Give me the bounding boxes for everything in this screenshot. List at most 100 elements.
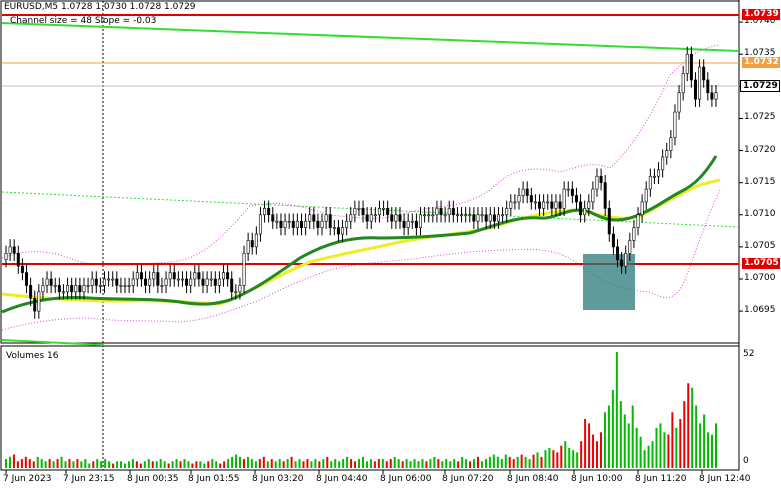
candle-body bbox=[168, 272, 172, 280]
volume-axis-min: 0 bbox=[743, 456, 749, 466]
candle-body bbox=[86, 285, 90, 287]
candle-body bbox=[460, 214, 464, 217]
candle-body bbox=[33, 297, 37, 312]
candle-body bbox=[648, 175, 652, 190]
time-axis-label: 7 Jun 2023 bbox=[3, 474, 52, 484]
volume-bar bbox=[286, 459, 289, 468]
candle-body bbox=[472, 214, 476, 222]
volume-bar bbox=[544, 450, 547, 468]
volume-bar bbox=[520, 454, 523, 468]
candle-body bbox=[616, 246, 620, 261]
volume-bar bbox=[159, 459, 162, 468]
volume-bar bbox=[20, 459, 23, 468]
volume-bar bbox=[623, 414, 626, 468]
volume-bar bbox=[40, 459, 43, 468]
volume-bar bbox=[266, 461, 269, 468]
volume-bar bbox=[576, 452, 579, 468]
time-axis-label: 8 Jun 03:20 bbox=[252, 474, 304, 484]
volume-bar bbox=[421, 459, 424, 468]
candle-body bbox=[185, 278, 189, 286]
volume-bar bbox=[56, 459, 59, 468]
volume-bar bbox=[231, 456, 234, 468]
candle-body bbox=[665, 150, 669, 158]
volume-bar bbox=[377, 459, 380, 468]
candle-body bbox=[570, 188, 574, 196]
candle-body bbox=[131, 278, 135, 286]
candle-body bbox=[361, 208, 365, 216]
volume-bar bbox=[647, 445, 650, 468]
candle-body bbox=[369, 214, 373, 222]
candle-body bbox=[550, 201, 554, 209]
volume-bar bbox=[671, 412, 674, 468]
candle-body bbox=[217, 278, 221, 286]
candle-body bbox=[263, 208, 267, 216]
candle-body bbox=[304, 220, 308, 228]
volume-bar bbox=[330, 461, 333, 468]
candle-body bbox=[156, 272, 160, 286]
candle-body bbox=[98, 285, 102, 287]
candle-body bbox=[419, 214, 423, 228]
candle-body bbox=[521, 188, 525, 196]
candle-body bbox=[287, 220, 291, 223]
time-axis-label: 8 Jun 07:20 bbox=[442, 474, 494, 484]
volume-bar bbox=[116, 461, 119, 468]
candle-body bbox=[496, 214, 500, 222]
price-axis-label: 1.0725 bbox=[744, 112, 776, 123]
volume-bar bbox=[361, 456, 364, 468]
candle-body bbox=[702, 66, 706, 81]
volume-bar bbox=[262, 456, 265, 468]
candle-body bbox=[529, 195, 533, 203]
volume-bar bbox=[393, 456, 396, 468]
candle-body bbox=[414, 220, 418, 228]
volume-bar bbox=[270, 459, 273, 468]
candle-body bbox=[4, 253, 8, 261]
candle-body bbox=[681, 73, 685, 94]
candle-body bbox=[70, 285, 74, 293]
candle-body bbox=[628, 240, 632, 254]
candle-body bbox=[382, 208, 386, 210]
volume-bar bbox=[127, 461, 130, 468]
candle-body bbox=[20, 265, 24, 273]
candle-body bbox=[533, 201, 537, 204]
price-axis-label: 1.0705 bbox=[744, 240, 776, 251]
volume-bar bbox=[76, 459, 79, 468]
volume-bar bbox=[346, 456, 349, 468]
volume-bar bbox=[433, 456, 436, 468]
time-axis-label: 8 Jun 11:20 bbox=[635, 474, 687, 484]
volume-bar bbox=[643, 450, 646, 468]
volume-bar bbox=[179, 461, 182, 468]
volume-bar bbox=[306, 459, 309, 468]
candle-body bbox=[242, 253, 246, 286]
candle-body bbox=[632, 227, 636, 241]
candle-body bbox=[406, 220, 410, 228]
candle-body bbox=[714, 92, 718, 100]
candle-body bbox=[41, 285, 45, 293]
candle-body bbox=[328, 214, 332, 228]
candle-body bbox=[238, 285, 242, 293]
volume-bar bbox=[631, 405, 634, 468]
volume-bar bbox=[401, 461, 404, 468]
candle-body bbox=[587, 201, 591, 209]
volume-bar bbox=[512, 459, 515, 468]
candle-body bbox=[111, 278, 115, 281]
candle-body bbox=[546, 201, 550, 204]
volume-bar bbox=[572, 450, 575, 468]
candle-body bbox=[579, 201, 583, 216]
volume-bar bbox=[242, 459, 245, 468]
volume-bar bbox=[278, 459, 281, 468]
candle-body bbox=[213, 278, 217, 286]
volume-bar bbox=[163, 461, 166, 468]
volume-bar bbox=[219, 463, 222, 468]
volume-bar bbox=[691, 387, 694, 468]
volume-bar bbox=[381, 459, 384, 468]
volume-bar bbox=[409, 461, 412, 468]
volume-bar bbox=[123, 463, 126, 468]
volume-bar bbox=[683, 401, 686, 468]
candle-body bbox=[488, 214, 492, 222]
volume-bar bbox=[667, 434, 670, 468]
candle-body bbox=[423, 214, 427, 217]
candle-body bbox=[61, 291, 65, 294]
price-chart[interactable] bbox=[0, 0, 781, 489]
volume-bar bbox=[492, 454, 495, 468]
volume-bar bbox=[183, 459, 186, 468]
